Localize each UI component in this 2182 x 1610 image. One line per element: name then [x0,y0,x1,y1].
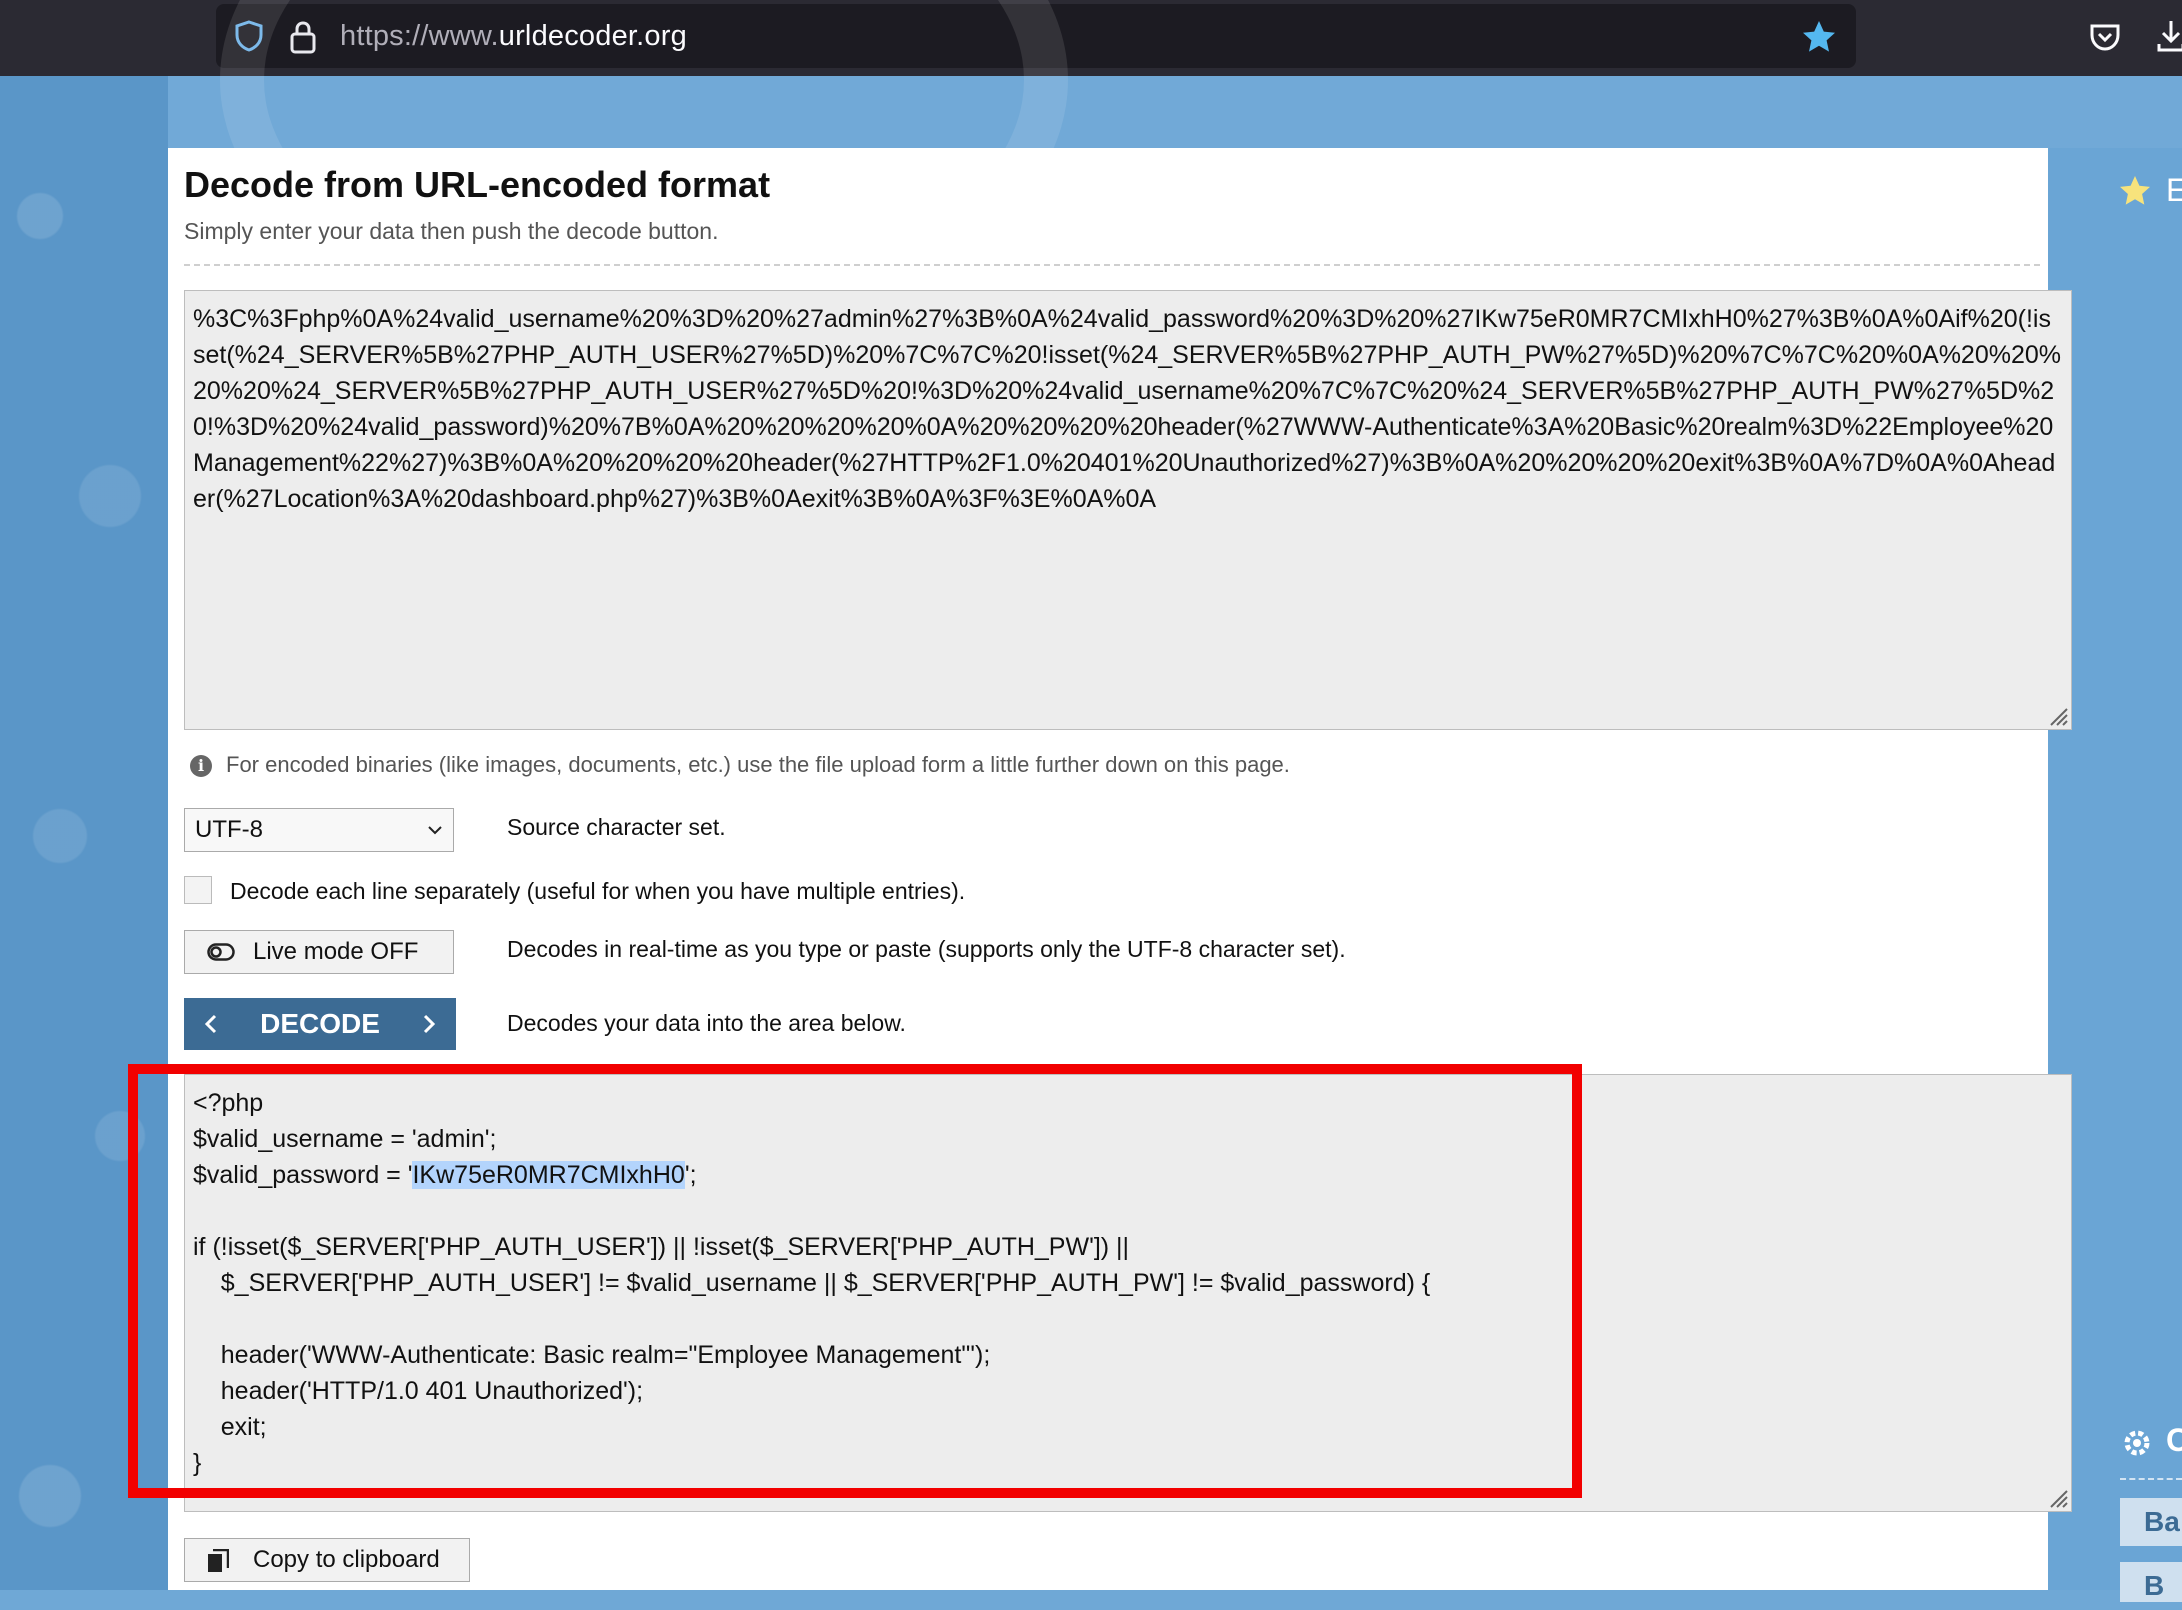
output-line: $valid_username = 'admin'; [193,1125,497,1153]
sidebar-section-fragment: C [2166,1422,2182,1458]
resize-grip-icon[interactable] [2047,1487,2069,1509]
output-line-password: $valid_password = 'IKw75eR0MR7CMIxhH0'; [193,1161,697,1189]
sidebar-divider [2120,1478,2182,1480]
page-subtitle: Simply enter your data then push the dec… [184,218,719,244]
info-icon: i [190,755,212,778]
output-line: exit; [193,1413,267,1441]
sidebar-link-button[interactable]: B [2120,1562,2182,1602]
page-background-band [0,0,2182,344]
decode-button-label: DECODE [260,1008,380,1039]
copy-to-clipboard-button[interactable]: Copy to clipboard [184,1538,470,1582]
encoded-input-textarea[interactable]: %3C%3Fphp%0A%24valid_username%20%3D%20%2… [184,290,2072,730]
output-line: header('HTTP/1.0 401 Unauthorized'); [193,1377,644,1405]
copy-button-label: Copy to clipboard [253,1546,440,1573]
output-line: $_SERVER['PHP_AUTH_USER'] != $valid_user… [193,1269,1431,1297]
toggle-off-icon [207,943,235,961]
binary-info-text: For encoded binaries (like images, docum… [226,752,1290,777]
live-mode-toggle-button[interactable]: Live mode OFF [184,930,454,974]
resize-grip-icon[interactable] [2047,705,2069,727]
decode-each-line-checkbox[interactable] [184,876,212,904]
pocket-icon[interactable] [2088,20,2122,54]
chevron-right-icon [423,1014,436,1034]
decode-button[interactable]: DECODE [184,998,456,1050]
sidebar-link-button[interactable]: Ba [2120,1498,2182,1546]
page-background-left [0,76,168,1590]
output-line: <?php [193,1089,264,1117]
charset-select[interactable]: UTF-8 [184,808,454,852]
sidebar-heading-fragment: E [2166,172,2182,208]
clipboard-icon [208,1549,229,1572]
gear-icon [2124,1430,2150,1456]
output-line: header('WWW-Authenticate: Basic realm="E… [193,1341,991,1369]
chevron-down-icon [428,826,442,835]
charset-selected-value: UTF-8 [195,816,263,843]
decoder-card: Decode from URL-encoded format Simply en… [168,148,2072,1590]
output-line: if (!isset($_SERVER['PHP_AUTH_USER']) ||… [193,1233,1130,1261]
decode-description: Decodes your data into the area below. [507,1010,906,1036]
page-title: Decode from URL-encoded format [184,164,771,205]
decoded-output-textarea[interactable]: <?php $valid_username = 'admin'; $valid_pa… [184,1074,2072,1512]
decode-each-line-label[interactable]: Decode each line separately (useful for … [230,878,965,905]
chevron-left-icon [204,1014,217,1034]
binary-info-note: i For encoded binaries (like images, docu… [190,752,1290,778]
divider [184,264,2040,266]
star-icon [2120,176,2150,205]
live-mode-description: Decodes in real-time as you type or past… [507,936,1346,962]
output-line: } [193,1449,202,1477]
charset-label: Source character set. [507,814,726,840]
encoded-input-text: %3C%3Fphp%0A%24valid_username%20%3D%20%2… [193,305,2061,513]
live-mode-label: Live mode OFF [253,938,419,965]
download-icon[interactable] [2156,18,2182,54]
bookmark-star-icon[interactable] [1800,18,1838,56]
selected-password-text[interactable]: IKw75eR0MR7CMIxhH0 [412,1161,685,1189]
